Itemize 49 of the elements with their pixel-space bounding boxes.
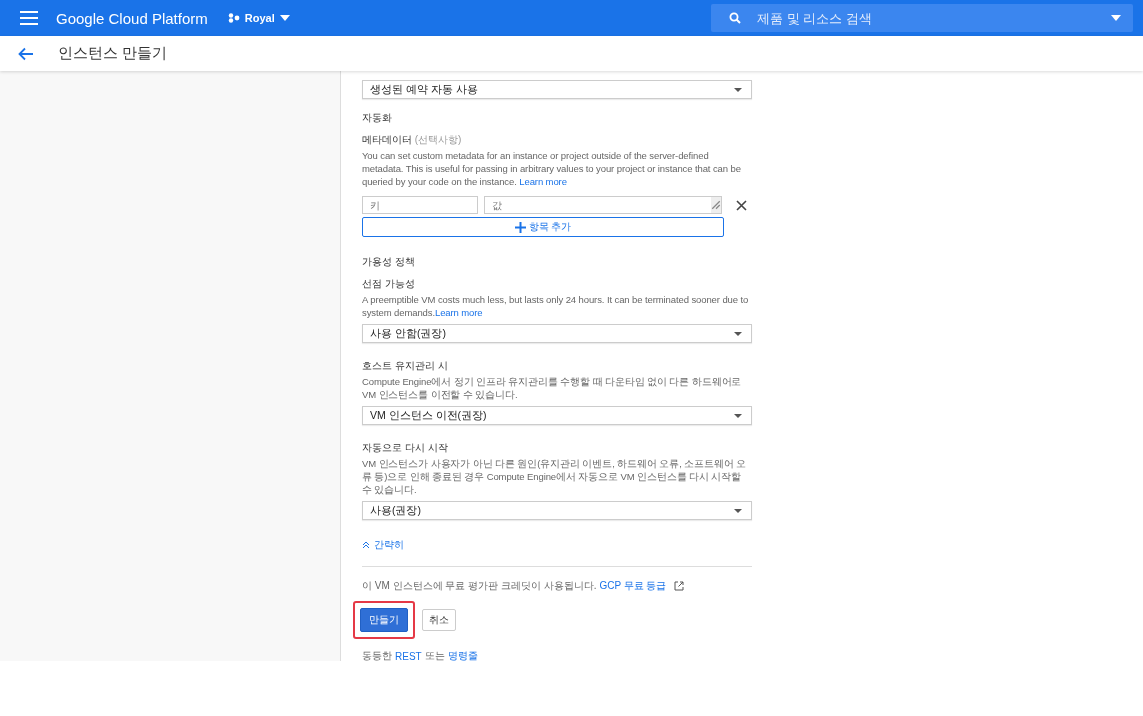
caret-icon — [734, 413, 742, 418]
back-arrow-icon[interactable] — [18, 46, 34, 61]
learn-more-link[interactable]: Learn more — [519, 176, 567, 187]
brand-name: Google Cloud Platform — [56, 9, 208, 27]
policy-dropdown[interactable]: 사용(권장) — [362, 501, 752, 520]
equivalent-text: 또는 — [424, 649, 445, 663]
plus-icon — [514, 221, 526, 233]
chevron-up-icon — [362, 541, 370, 549]
optional-label: (선택사항) — [414, 134, 462, 145]
search-icon — [729, 12, 741, 24]
collapse-link[interactable]: 간략히 — [362, 538, 752, 552]
create-button[interactable]: 만들기 — [360, 608, 408, 632]
external-link-icon — [673, 581, 684, 591]
field-label: 자동으로 다시 시작 — [362, 441, 449, 455]
command-line-link[interactable]: 명령줄 — [447, 649, 478, 663]
resize-handle-icon[interactable] — [711, 197, 721, 213]
free-trial-note: 이 VM 인스턴스에 무료 평가판 크레딧이 사용됩니다. — [362, 579, 597, 593]
field-description: Compute Engine에서 정기 인프라 유지관리를 수행할 때 다운타임 없이 다른 하드웨어로 VM 인스턴스를 이전할 수 있습니다. — [362, 375, 743, 401]
caret-icon — [279, 15, 290, 21]
caret-icon — [734, 508, 742, 513]
search-bar[interactable]: 제품 및 리소스 검색 — [711, 4, 1133, 32]
field-description: You can set custom metadata for an instance or project outside of the server-defined metadata. This is useful for passing in arbitrary values to your project or instance that can be queried by your code on the instance. Learn more — [362, 149, 742, 188]
section-heading: 가용성 정책 — [362, 255, 416, 269]
project-icon — [227, 13, 240, 23]
section-heading: 자동화 — [362, 111, 393, 125]
cancel-button[interactable]: 취소 — [422, 609, 456, 631]
caret-icon — [734, 331, 742, 336]
policy-dropdown[interactable]: 사용 안함(권장) — [362, 324, 752, 343]
field-label: 호스트 유지관리 시 — [362, 359, 449, 373]
close-icon[interactable] — [736, 199, 747, 211]
rest-link[interactable]: REST — [395, 650, 422, 662]
policy-dropdown[interactable]: VM 인스턴스 이전(권장) — [362, 406, 752, 425]
caret-icon — [734, 87, 742, 92]
project-selector[interactable]: Royal — [227, 12, 290, 24]
key-field[interactable]: 키 — [362, 196, 478, 214]
reservation-dropdown[interactable]: 생성된 예약 자동 사용 — [362, 80, 752, 99]
learn-more-link[interactable]: Learn more — [434, 307, 483, 318]
menu-icon[interactable] — [20, 11, 38, 25]
equivalent-text: 동등한 — [362, 649, 392, 663]
page-title: 인스턴스 만들기 — [58, 44, 168, 63]
field-label: 메타데이터 — [362, 134, 412, 145]
free-tier-link[interactable]: GCP 무료 등급 — [599, 579, 667, 593]
field-label: 선점 가능성 — [362, 277, 416, 291]
search-field[interactable]: 제품 및 리소스 검색 — [757, 10, 1095, 26]
field-description: VM 인스턴스가 사용자가 아닌 다른 원인(유지관리 이벤트, 하드웨어 오류, 소프트웨어 오류 등)으로 인해 종료된 경우 Compute Engine에서 자동으로 VM 인스턴스를 다시 시작할 수 있습니다. — [362, 457, 748, 496]
field-description: A preemptible VM costs much less, but lasts only 24 hours. It can be terminated sooner due to system demands.Learn more — [362, 293, 750, 319]
add-item-button[interactable]: 항목 추가 — [362, 217, 724, 237]
value-field[interactable]: 값 — [484, 196, 722, 214]
caret-icon[interactable] — [1111, 15, 1121, 21]
